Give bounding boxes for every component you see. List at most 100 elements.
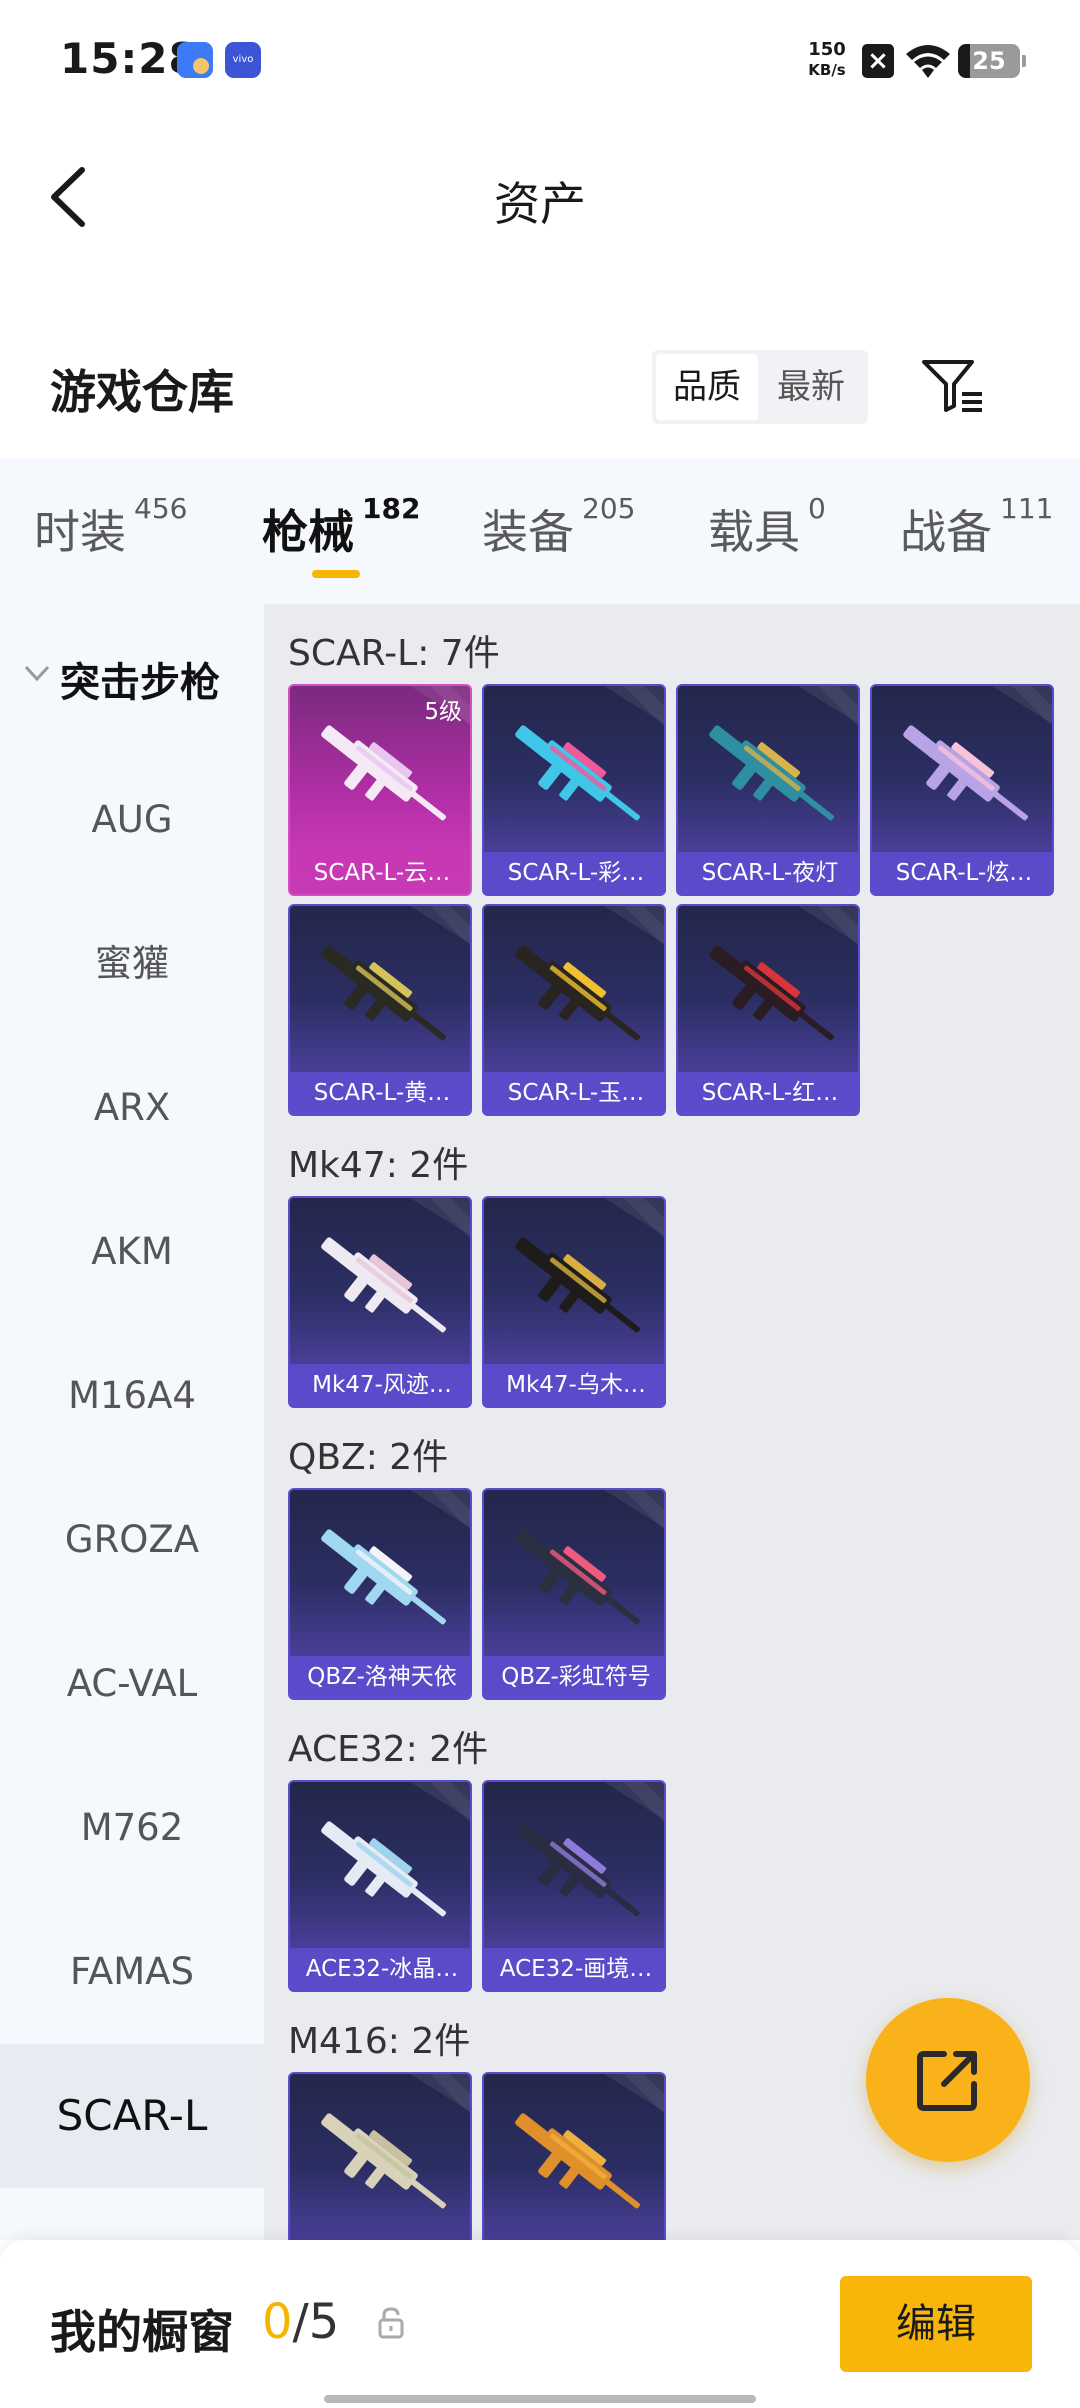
tab-label: 枪械 xyxy=(262,505,354,559)
weapon-skin-image xyxy=(321,1529,447,1625)
weapon-skin-card[interactable]: SCAR-L-炫… xyxy=(870,684,1054,896)
weapon-skin-name: SCAR-L-玉… xyxy=(484,1072,664,1114)
weapon-skin-name: SCAR-L-黄… xyxy=(290,1072,470,1114)
weapon-skin-card[interactable]: Mk47-乌木… xyxy=(482,1196,666,1408)
category-tabs: 时装 456 枪械 182 装备 205 载具 0 战备 111 xyxy=(0,458,1080,604)
sidebar-item[interactable]: M16A4 xyxy=(0,1324,264,1468)
share-icon xyxy=(917,2051,977,2111)
weapon-skin-card[interactable]: 5级 SCAR-L-云… xyxy=(288,684,472,896)
warehouse-title: 游戏仓库 xyxy=(50,365,234,419)
weapon-skin-name: Mk47-风迹… xyxy=(290,1364,470,1406)
sidebar-item[interactable]: AKM xyxy=(0,1180,264,1324)
home-indicator[interactable] xyxy=(324,2395,756,2403)
weapon-sidebar: 突击步枪 AUG 蜜獾 ARX AKM M16A4 GROZA AC-VAL M762 FAMA… xyxy=(0,604,264,2240)
weapon-skin-name: SCAR-L-云… xyxy=(290,852,470,894)
weapon-group-title: QBZ: 2件 xyxy=(288,1437,449,1478)
weapon-skin-card[interactable]: SCAR-L-黄… xyxy=(288,904,472,1116)
sidebar-item[interactable]: FAMAS xyxy=(0,1900,264,2044)
tab-label: 装备 xyxy=(482,505,574,559)
lock-icon xyxy=(378,2307,404,2339)
tab-equipment[interactable]: 装备 205 xyxy=(482,492,635,562)
weapon-skin-image xyxy=(709,725,835,821)
weapon-skin-image xyxy=(321,945,447,1041)
weapon-skin-image xyxy=(515,945,641,1041)
weapon-skin-name: SCAR-L-彩… xyxy=(484,852,664,894)
sidebar-item[interactable]: ARX xyxy=(0,1036,264,1180)
weapon-skin-image xyxy=(321,1237,447,1333)
weapon-skin-name: SCAR-L-夜灯 xyxy=(678,852,858,894)
weapon-group-title: ACE32: 2件 xyxy=(288,1729,489,1770)
share-button[interactable] xyxy=(866,1998,1030,2162)
sidebar-item[interactable]: 蜜獾 xyxy=(0,892,264,1036)
weapon-skin-card[interactable]: ACE32-冰晶… xyxy=(288,1780,472,1992)
close-box-icon: × xyxy=(862,44,894,78)
weapon-group-title: SCAR-L: 7件 xyxy=(288,633,500,674)
active-tab-indicator xyxy=(312,570,360,578)
tab-label: 时装 xyxy=(34,505,126,559)
page-title: 资产 xyxy=(494,177,586,231)
level-badge: 5级 xyxy=(424,699,462,725)
weapon-group-title: M416: 2件 xyxy=(288,2021,471,2062)
tab-count: 0 xyxy=(808,492,826,525)
sidebar-item[interactable]: M762 xyxy=(0,1756,264,1900)
network-speed-unit: KB/s xyxy=(808,61,846,79)
tab-count: 182 xyxy=(362,492,421,525)
tab-count: 456 xyxy=(134,492,188,525)
sort-toggle: 品质 最新 xyxy=(652,350,868,424)
weapon-skin-card[interactable]: ACE32-画境… xyxy=(482,1780,666,1992)
weapon-skin-image xyxy=(903,725,1029,821)
tab-count: 111 xyxy=(1000,492,1054,525)
showcase-current: 0 xyxy=(262,2294,293,2350)
weapon-skin-card[interactable] xyxy=(288,2072,472,2240)
weapon-skin-name: SCAR-L-炫… xyxy=(872,852,1052,894)
filter-icon[interactable] xyxy=(920,356,986,416)
vivo-app-icon: vivo xyxy=(225,42,261,78)
showcase-label: 我的橱窗 xyxy=(50,2305,234,2359)
network-speed-value: 150 xyxy=(808,39,846,60)
sidebar-category-label: 突击步枪 xyxy=(60,660,220,706)
weapon-skin-image xyxy=(515,1529,641,1625)
weapon-skin-name: QBZ-洛神天依 xyxy=(290,1656,470,1698)
tab-label: 载具 xyxy=(708,505,800,559)
tab-firearms[interactable]: 枪械 182 xyxy=(262,492,420,562)
weapon-skin-name: ACE32-画境… xyxy=(484,1948,664,1990)
chevron-down-icon xyxy=(24,665,50,682)
weapon-grid: SCAR-L: 7件 5级 SCAR-L-云… SCAR-L-彩… SCAR-L-夜灯 S… xyxy=(264,604,1080,2240)
status-bar: 15:28 vivo 150 KB/s × 25 xyxy=(0,0,1080,120)
sidebar-category[interactable]: 突击步枪 xyxy=(0,650,264,710)
sort-quality-option[interactable]: 品质 xyxy=(656,354,758,420)
weapon-skin-image xyxy=(321,725,447,821)
showcase-max: 5 xyxy=(308,2294,340,2350)
sidebar-item[interactable]: GROZA xyxy=(0,1468,264,1612)
weapon-skin-image xyxy=(515,725,641,821)
tab-gear[interactable]: 战备 111 xyxy=(900,492,1053,562)
notification-app-icon xyxy=(177,42,213,78)
battery-level: 25 xyxy=(972,47,1006,75)
weapon-skin-card[interactable]: SCAR-L-彩… xyxy=(482,684,666,896)
sort-newest-option[interactable]: 最新 xyxy=(760,354,862,420)
tab-count: 205 xyxy=(582,492,636,525)
weapon-skin-image xyxy=(709,945,835,1041)
weapon-skin-name: Mk47-乌木… xyxy=(484,1364,664,1406)
network-speed: 150 KB/s xyxy=(805,40,849,80)
weapon-skin-card[interactable]: QBZ-彩虹符号 xyxy=(482,1488,666,1700)
weapon-skin-card[interactable] xyxy=(482,2072,666,2240)
showcase-bar: 我的橱窗 0/5 编辑 xyxy=(0,2240,1080,2408)
edit-button[interactable]: 编辑 xyxy=(840,2276,1032,2372)
showcase-count: 0/5 xyxy=(262,2294,339,2350)
weapon-group-title: Mk47: 2件 xyxy=(288,1145,469,1186)
weapon-skin-card[interactable]: SCAR-L-玉… xyxy=(482,904,666,1116)
tab-outfits[interactable]: 时装 456 xyxy=(34,492,187,562)
weapon-skin-card[interactable]: SCAR-L-夜灯 xyxy=(676,684,860,896)
weapon-skin-name: QBZ-彩虹符号 xyxy=(484,1656,664,1698)
sidebar-item[interactable]: AC-VAL xyxy=(0,1612,264,1756)
weapon-skin-card[interactable]: SCAR-L-红… xyxy=(676,904,860,1116)
weapon-skin-card[interactable]: Mk47-风迹… xyxy=(288,1196,472,1408)
sidebar-item[interactable]: SCAR-L xyxy=(0,2044,264,2188)
weapon-skin-card[interactable]: QBZ-洛神天依 xyxy=(288,1488,472,1700)
weapon-skin-name: SCAR-L-红… xyxy=(678,1072,858,1114)
tab-vehicles[interactable]: 载具 0 xyxy=(708,492,826,562)
weapon-skin-image xyxy=(515,2113,641,2209)
sidebar-item[interactable]: AUG xyxy=(0,748,264,892)
weapon-skin-image xyxy=(321,2113,447,2209)
